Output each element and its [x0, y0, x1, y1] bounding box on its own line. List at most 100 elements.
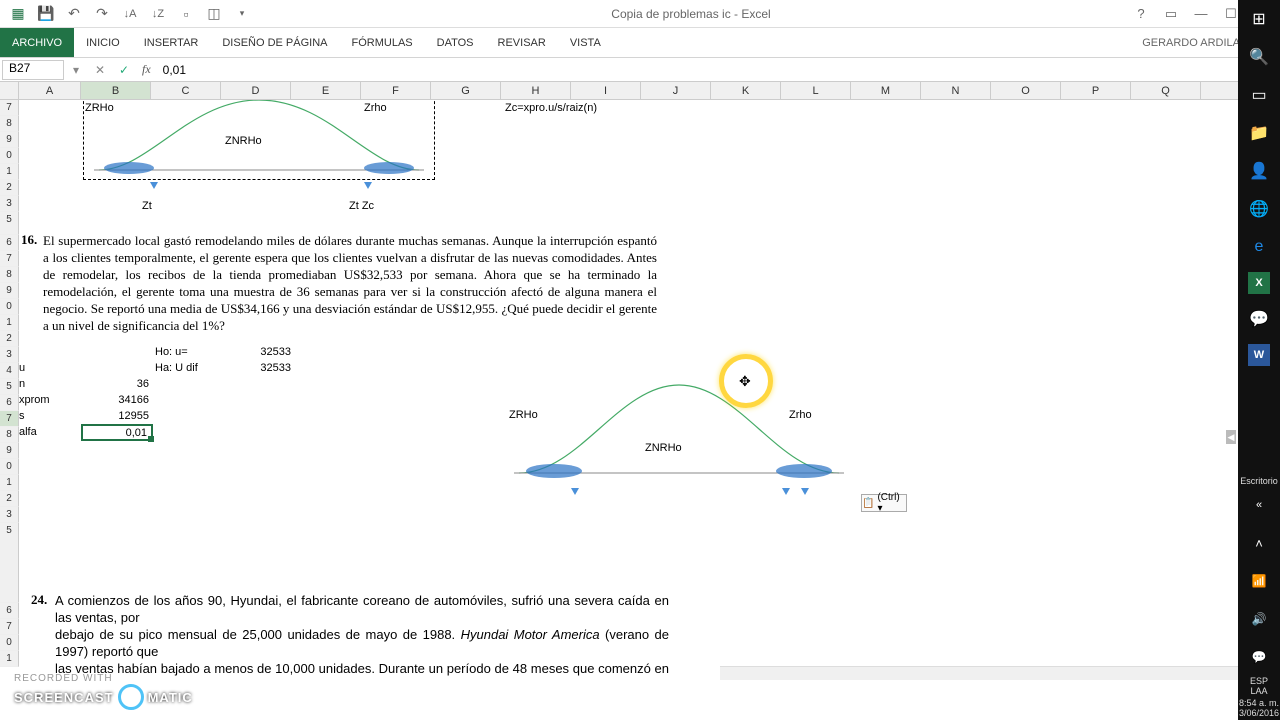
wifi-icon[interactable]: 📶	[1246, 568, 1272, 594]
new-file-icon[interactable]: ▫	[176, 4, 196, 24]
paste-options-button[interactable]: 📋(Ctrl) ▾	[861, 494, 907, 512]
row-header[interactable]: 3	[0, 507, 19, 523]
ribbon-collapse-icon[interactable]: ▭	[1159, 4, 1183, 24]
row-header[interactable]: 6	[0, 395, 19, 411]
save-icon[interactable]: 💾	[36, 4, 56, 24]
row-header[interactable]: 5	[0, 379, 19, 395]
col-header[interactable]: G	[431, 82, 501, 99]
col-header[interactable]: A	[19, 82, 81, 99]
cancel-icon[interactable]: ✕	[90, 60, 110, 80]
messages-icon[interactable]: 💬	[1246, 306, 1272, 332]
col-header[interactable]: E	[291, 82, 361, 99]
row-header[interactable]: 6	[0, 603, 19, 619]
row-header[interactable]: 9	[0, 283, 19, 299]
col-header[interactable]: I	[571, 82, 641, 99]
row-header[interactable]: 0	[0, 299, 19, 315]
col-header[interactable]: J	[641, 82, 711, 99]
row-header[interactable]: 8	[0, 267, 19, 283]
row-header[interactable]: 3	[0, 347, 19, 363]
row-header[interactable]: 0	[0, 635, 19, 651]
row-header[interactable]: 6	[0, 235, 19, 251]
chrome-icon[interactable]: 🌐	[1246, 196, 1272, 222]
row-header[interactable]: 3	[0, 196, 19, 212]
sort-desc-icon[interactable]: ↓Z	[148, 4, 168, 24]
col-header[interactable]: H	[501, 82, 571, 99]
row-header[interactable]: 2	[0, 180, 19, 196]
user-name[interactable]: GERARDO ARDILA	[1136, 28, 1246, 57]
row-header[interactable]: 0	[0, 459, 19, 475]
tab-datos[interactable]: DATOS	[425, 28, 486, 57]
task-view-icon[interactable]: ▭	[1246, 82, 1272, 108]
desktop-label[interactable]: Escritorio	[1240, 476, 1278, 486]
formula-input[interactable]: 0,01	[157, 63, 1256, 77]
tab-vista[interactable]: VISTA	[558, 28, 613, 57]
row-header[interactable]: 0	[0, 148, 19, 164]
redo-icon[interactable]: ↷	[92, 4, 112, 24]
col-header[interactable]: C	[151, 82, 221, 99]
edge-icon[interactable]: e	[1246, 234, 1272, 260]
row-header[interactable]: 7	[0, 251, 19, 267]
col-header[interactable]: N	[921, 82, 991, 99]
word-taskbar-icon[interactable]: W	[1248, 344, 1270, 366]
col-header[interactable]: Q	[1131, 82, 1201, 99]
file-explorer-icon[interactable]: 📁	[1246, 120, 1272, 146]
confirm-icon[interactable]: ✓	[114, 60, 134, 80]
sort-asc-icon[interactable]: ↓A	[120, 4, 140, 24]
start-icon[interactable]: ⊞	[1246, 6, 1272, 32]
row-header[interactable]: 7	[0, 100, 19, 116]
row-header[interactable]: 8	[0, 116, 19, 132]
chart-icon[interactable]: ◫	[204, 4, 224, 24]
tab-revisar[interactable]: REVISAR	[486, 28, 558, 57]
overlay-text-right: MATIC	[148, 690, 193, 705]
col-header[interactable]: F	[361, 82, 431, 99]
people-icon[interactable]: 👤	[1246, 158, 1272, 184]
row-header[interactable]: 7	[0, 411, 19, 427]
name-box[interactable]: B27	[2, 60, 64, 80]
row-header[interactable]: 1	[0, 475, 19, 491]
row-header[interactable]: 1	[0, 315, 19, 331]
panel-expand-icon[interactable]: ◀	[1226, 430, 1236, 444]
row-header[interactable]: 8	[0, 427, 19, 443]
row-header[interactable]: 1	[0, 164, 19, 180]
row-header[interactable]: 2	[0, 491, 19, 507]
row-header[interactable]: 5	[0, 212, 19, 235]
row-header[interactable]: 7	[0, 619, 19, 635]
col-header[interactable]: D	[221, 82, 291, 99]
col-header[interactable]: K	[711, 82, 781, 99]
search-icon[interactable]: 🔍	[1246, 44, 1272, 70]
minimize-icon[interactable]: —	[1189, 4, 1213, 24]
col-header[interactable]: B	[81, 82, 151, 99]
clock[interactable]: 8:54 a. m.3/06/2016	[1239, 696, 1279, 720]
col-header[interactable]: M	[851, 82, 921, 99]
col-header[interactable]: O	[991, 82, 1061, 99]
tray-chevron-up-icon[interactable]: ˄	[1246, 530, 1272, 556]
col-header[interactable]: P	[1061, 82, 1131, 99]
row-header[interactable]: 4	[0, 363, 19, 379]
name-box-dropdown-icon[interactable]: ▾	[66, 60, 86, 80]
select-all-corner[interactable]	[0, 82, 19, 99]
tray-chevron-icon[interactable]: «	[1246, 492, 1272, 518]
more-icon[interactable]: ▾	[232, 4, 252, 24]
overlay-text-left: SCREENCAST	[14, 690, 114, 705]
undo-icon[interactable]: ↶	[64, 4, 84, 24]
fx-icon[interactable]: fx	[142, 62, 151, 77]
tab-diseno[interactable]: DISEÑO DE PÁGINA	[210, 28, 339, 57]
action-center-icon[interactable]: 💬	[1246, 644, 1272, 670]
tab-insertar[interactable]: INSERTAR	[132, 28, 211, 57]
tab-inicio[interactable]: INICIO	[74, 28, 132, 57]
col-header[interactable]: L	[781, 82, 851, 99]
lang-indicator[interactable]: ESPLAA	[1250, 676, 1268, 696]
row-header[interactable]: 9	[0, 443, 19, 459]
worksheet[interactable]: 7 8 9 0 1 2 3 5 6 7 8 9 0 1 2 3 4 5 6 7 …	[0, 100, 1280, 680]
tab-archivo[interactable]: ARCHIVO	[0, 28, 74, 57]
help-icon[interactable]: ?	[1129, 4, 1153, 24]
horizontal-scrollbar[interactable]	[720, 666, 1266, 680]
row-header[interactable]: 5	[0, 523, 19, 603]
row-header[interactable]: 2	[0, 331, 19, 347]
row-header[interactable]: 1	[0, 651, 19, 667]
volume-icon[interactable]: 🔊	[1246, 606, 1272, 632]
row-header[interactable]: 9	[0, 132, 19, 148]
active-cell[interactable]: 0,01	[81, 424, 153, 441]
tab-formulas[interactable]: FÓRMULAS	[340, 28, 425, 57]
excel-taskbar-icon[interactable]: X	[1248, 272, 1270, 294]
